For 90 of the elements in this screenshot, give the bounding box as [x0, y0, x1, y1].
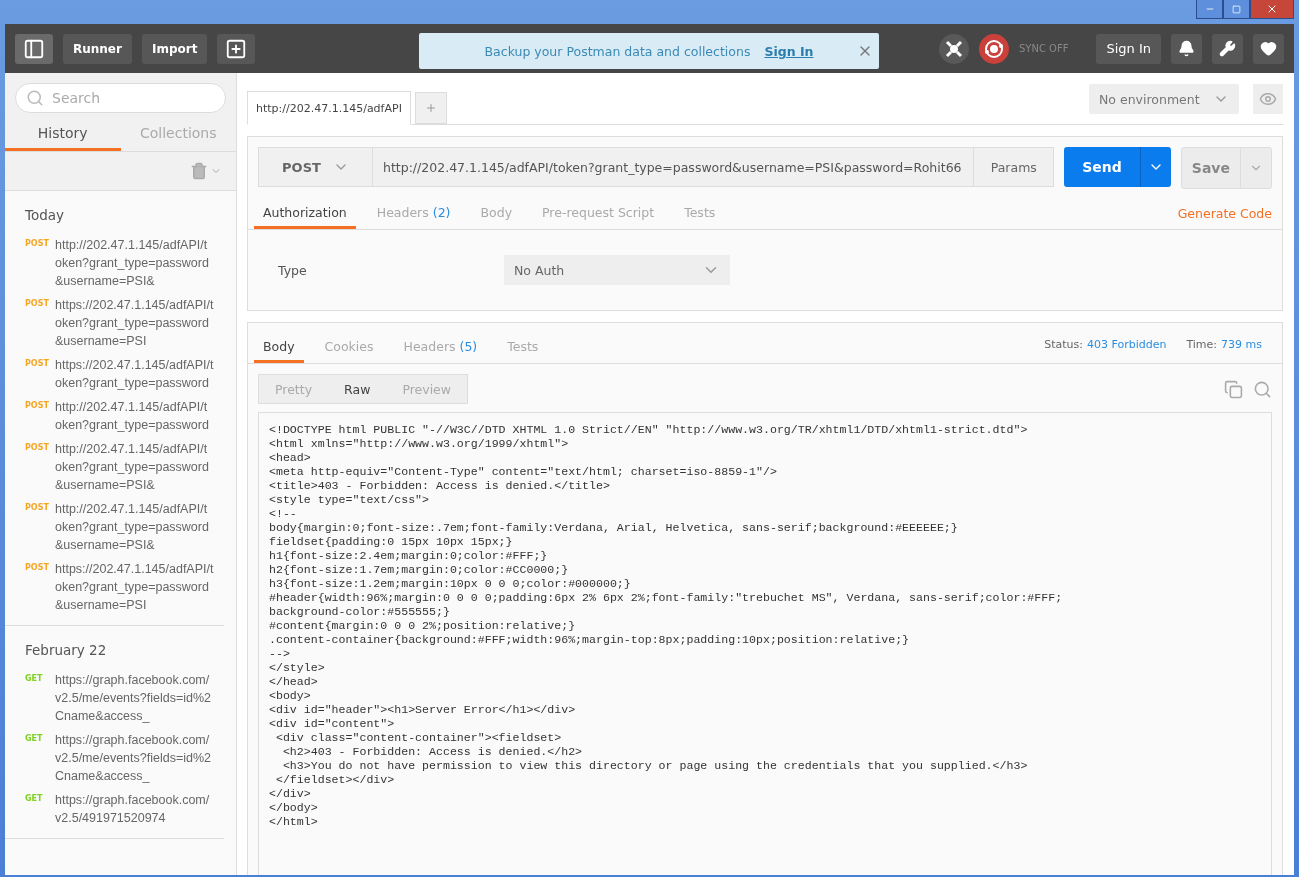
code-line: fieldset{padding:0 15px 10px 15px;} — [269, 535, 514, 549]
eye-button[interactable] — [1253, 84, 1283, 114]
request-section-tab[interactable]: Authorization — [254, 205, 356, 229]
sidebar-icon[interactable] — [23, 37, 45, 60]
code-line: <head> — [269, 451, 312, 465]
method-label: GET — [25, 733, 44, 745]
request-tab[interactable]: http://202.47.1.145/adfAPI — [247, 91, 411, 125]
history-item[interactable]: http://202.47.1.145/adfAPI/token?grant_type=password&username=PSI& — [55, 440, 214, 494]
code-line: <title>403 - Forbidden: Access is denied.</title> — [269, 479, 611, 493]
time-text: Time: 739 ms — [1186, 338, 1262, 351]
code-line: h3{font-size:1.2em;margin:10px 0 0 0;color:#000000;} — [269, 577, 632, 591]
search-icon — [26, 89, 44, 107]
trash-icon[interactable] — [190, 162, 208, 180]
history-item[interactable]: https://graph.facebook.com/v2.5/me/events?fields=id%2Cname&access_ — [55, 731, 214, 785]
new-window-icon[interactable] — [225, 37, 248, 60]
eye-icon[interactable] — [1259, 90, 1277, 108]
code-line: .content-container{background:#FFF;width:96%;margin-top:8px;padding:10px;position:relative;} — [269, 633, 911, 647]
maximize-icon[interactable] — [1232, 4, 1241, 14]
code-line: #content{margin:0 0 0 2%;position:relative;} — [269, 619, 577, 633]
history-item[interactable]: https://202.47.1.145/adfAPI/token?grant_type=password — [55, 356, 214, 392]
sidebar-tab[interactable]: History — [5, 119, 121, 151]
code-line: <html xmlns="http://www.w3.org/1999/xhtml"> — [269, 437, 570, 451]
method-label: POST — [25, 442, 47, 454]
method-label: GET — [25, 673, 44, 685]
code-line: <h2>403 - Forbidden: Access is denied.</h2> — [281, 745, 584, 759]
auth-type-select[interactable]: No Auth — [504, 255, 730, 285]
search-icon[interactable] — [1253, 379, 1272, 399]
plus-icon[interactable] — [424, 102, 437, 114]
code-line: h2{font-size:1.7em;margin:0;color:#CC0000;} — [269, 563, 570, 577]
request-section-tab[interactable]: Headers (2) — [367, 205, 460, 229]
code-line: <h3>You do not have permission to view this directory or page using the credentials that you supplied.</h3> — [281, 759, 1029, 773]
satellite-icon[interactable] — [938, 33, 969, 64]
code-line: </div> — [269, 787, 312, 801]
bell-icon[interactable] — [1178, 40, 1195, 57]
sign-in-link[interactable]: Sign In — [764, 43, 814, 59]
method-select[interactable]: POST — [258, 147, 373, 187]
params-button[interactable]: Params — [974, 147, 1055, 187]
wrench-icon[interactable] — [1219, 40, 1236, 57]
code-line: </fieldset></div> — [274, 773, 396, 787]
response-tab[interactable]: Headers (5) — [394, 339, 487, 363]
environment-select[interactable]: No environment — [1089, 84, 1239, 114]
code-line: <meta http-equiv="Content-Type" content="text/html; charset=iso-8859-1"/> — [269, 465, 778, 479]
code-line: <style type="text/css"> — [269, 493, 431, 507]
code-line: --> — [269, 647, 291, 661]
history-item[interactable]: https://graph.facebook.com/v2.5/me/events?fields=id%2Cname&access_ — [55, 671, 214, 725]
sign-in-button[interactable]: Sign In — [1096, 33, 1161, 64]
code-line: body{margin:0;font-size:.7em;font-family:Verdana, Arial, Helvetica, sans-serif;background:#EEEEEE;} — [269, 521, 959, 535]
add-tab-button[interactable] — [414, 92, 447, 124]
code-line: <body> — [269, 689, 312, 703]
auth-type-label: Type — [278, 262, 308, 278]
code-line: <!-- — [269, 507, 298, 521]
history-item[interactable]: http://202.47.1.145/adfAPI/token?grant_type=password — [55, 398, 214, 434]
code-line: </html> — [269, 815, 319, 829]
url-field[interactable]: http://202.47.1.145/adfAPI/token?grant_type=password&username=PSI&password=Rohit66 — [373, 147, 975, 187]
method-label: POST — [25, 502, 47, 514]
history-item[interactable]: https://202.47.1.145/adfAPI/token?grant_type=password&username=PSI — [55, 296, 214, 350]
code-line: <div class="content-container"><fieldset> — [274, 731, 563, 745]
copy-icon[interactable] — [1224, 379, 1243, 399]
search-field[interactable]: Search — [15, 83, 226, 113]
toolbar-button[interactable]: Import — [141, 33, 208, 64]
code-line: </body> — [269, 801, 319, 815]
code-line: h1{font-size:2.4em;margin:0;color:#FFF;} — [269, 549, 549, 563]
code-line: <!DOCTYPE html PUBLIC "-//W3C//DTD XHTML 1.0 Strict//EN" "http://www.w3.org/TR/xhtml1/DTD/xhtml1-strict.dtd"> — [269, 423, 1029, 437]
toolbar-button[interactable]: Runner — [63, 33, 132, 64]
code-line: background-color:#555555;} — [269, 605, 451, 619]
banner-text: Backup your Postman data and collections — [484, 43, 751, 59]
history-item[interactable]: http://202.47.1.145/adfAPI/token?grant_type=password&username=PSI& — [55, 236, 214, 290]
method-label: POST — [25, 238, 47, 250]
method-label: POST — [25, 298, 47, 310]
sync-status: SYNC OFF — [1018, 43, 1069, 54]
history-item[interactable]: https://graph.facebook.com/v2.5/491971520974 — [55, 791, 214, 827]
response-tab[interactable]: Body — [254, 339, 304, 363]
code-line: <div id="header"><h1>Server Error</h1></div> — [269, 703, 577, 717]
status-text: Status: 403 Forbidden — [1044, 338, 1167, 351]
method-label: GET — [25, 793, 44, 805]
history-group-title: Today — [24, 206, 66, 225]
code-line: </head> — [269, 675, 319, 689]
code-line: #header{width:96%;margin:0 0 0 0;padding:6px 2% 6px 2%;font-family:"trebuchet MS", Verdana, sans-serif;color:#FFF; — [269, 591, 1064, 605]
method-label: POST — [25, 562, 47, 574]
view-mode-button[interactable]: Raw — [328, 375, 387, 403]
heart-icon[interactable] — [1260, 40, 1277, 57]
close-icon[interactable] — [1266, 3, 1278, 15]
history-item[interactable]: https://202.47.1.145/adfAPI/token?grant_type=password&username=PSI — [55, 560, 214, 614]
history-group-title: February 22 — [24, 641, 108, 660]
code-line: <div id="content"> — [269, 717, 396, 731]
method-label: POST — [25, 358, 47, 370]
history-item[interactable]: http://202.47.1.145/adfAPI/token?grant_type=password&username=PSI& — [55, 500, 214, 554]
method-label: POST — [25, 400, 47, 412]
sync-icon[interactable] — [978, 33, 1009, 64]
code-line: </style> — [269, 661, 326, 675]
